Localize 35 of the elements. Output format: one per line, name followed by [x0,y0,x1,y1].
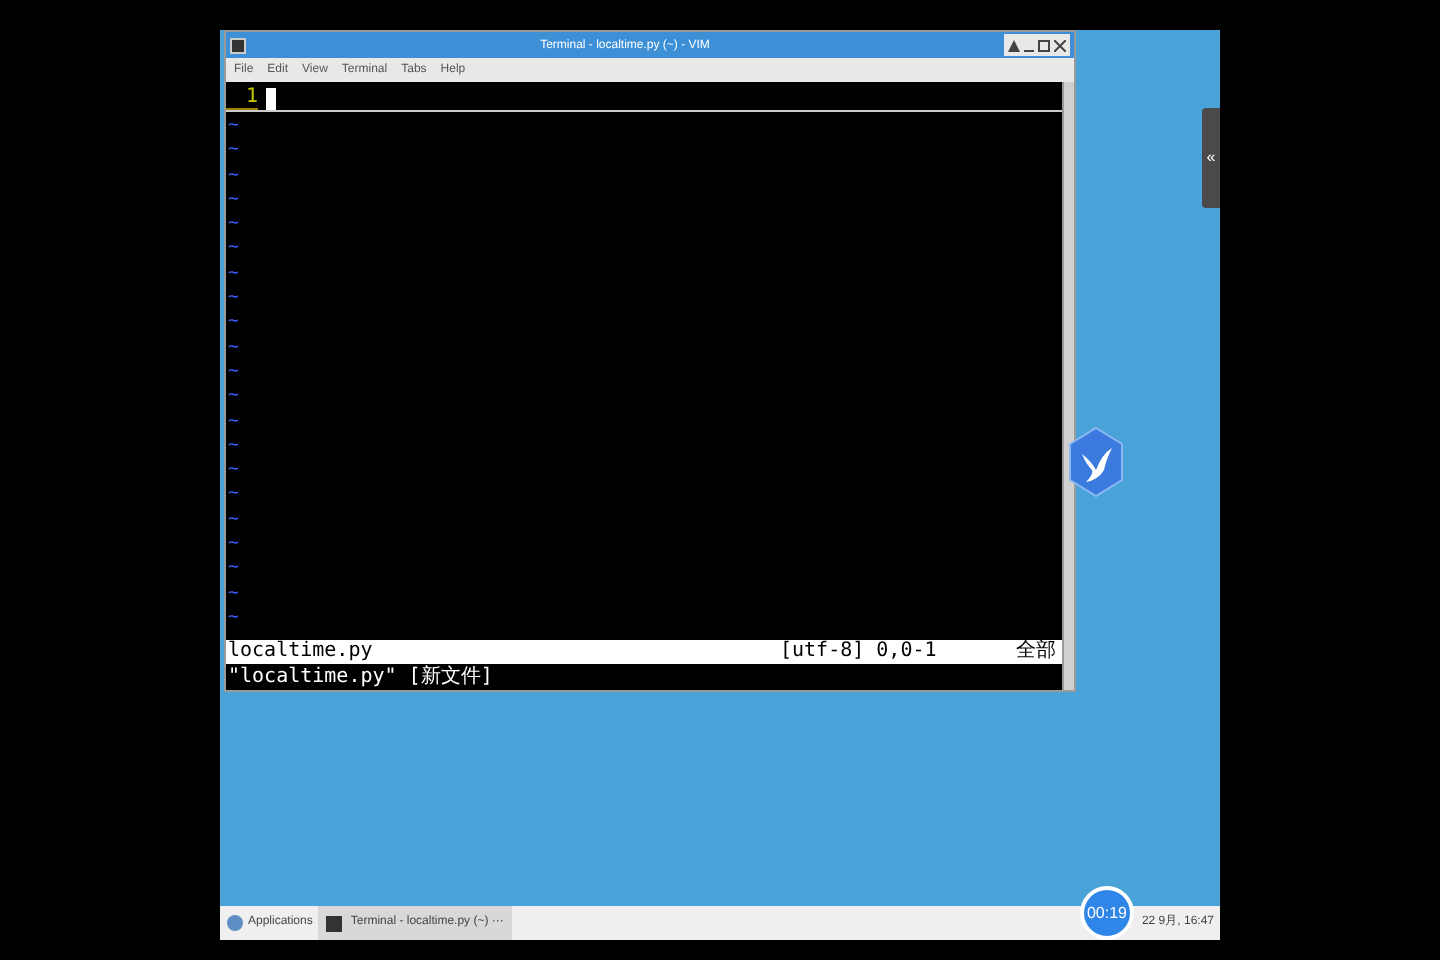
tilde: ~ [226,605,239,631]
tilde: ~ [226,458,239,483]
terminal-icon [230,37,246,53]
tilde: ~ [226,236,239,262]
collapse-tab[interactable]: « [1202,108,1220,208]
tilde: ~ [226,556,239,582]
maximize-icon[interactable] [1038,39,1050,51]
bird-icon[interactable] [1068,426,1124,498]
tilde: ~ [226,212,239,237]
tilde: ~ [226,114,239,139]
tilde: ~ [226,532,239,557]
tilde: ~ [226,433,239,459]
tilde: ~ [226,335,239,360]
cursor-position: [utf-8] 0,0-1 [780,642,939,662]
line-number: 1 [226,87,258,109]
tilde: ~ [226,138,239,164]
tilde: ~ [226,286,239,311]
tilde: ~ [226,482,239,508]
timer-badge[interactable]: 00:19 [1080,886,1134,940]
tilde: ~ [226,261,239,287]
tilde: ~ [226,310,239,336]
close-icon[interactable] [1054,39,1066,51]
terminal-icon [326,915,343,931]
up-arrow-icon[interactable] [1008,39,1020,51]
file-name: localtime.py [228,642,375,662]
scroll-indicator: 全部 [1016,642,1058,662]
command-message: "localtime.py" [新文件] [226,664,495,690]
tilde: ~ [226,163,239,188]
tilde: ~ [226,384,239,410]
tilde: ~ [226,359,239,385]
tilde: ~ [226,409,239,434]
text-cursor [266,87,276,109]
tilde: ~ [226,507,239,533]
tilde: ~ [226,187,239,213]
tilde: ~ [226,581,239,606]
